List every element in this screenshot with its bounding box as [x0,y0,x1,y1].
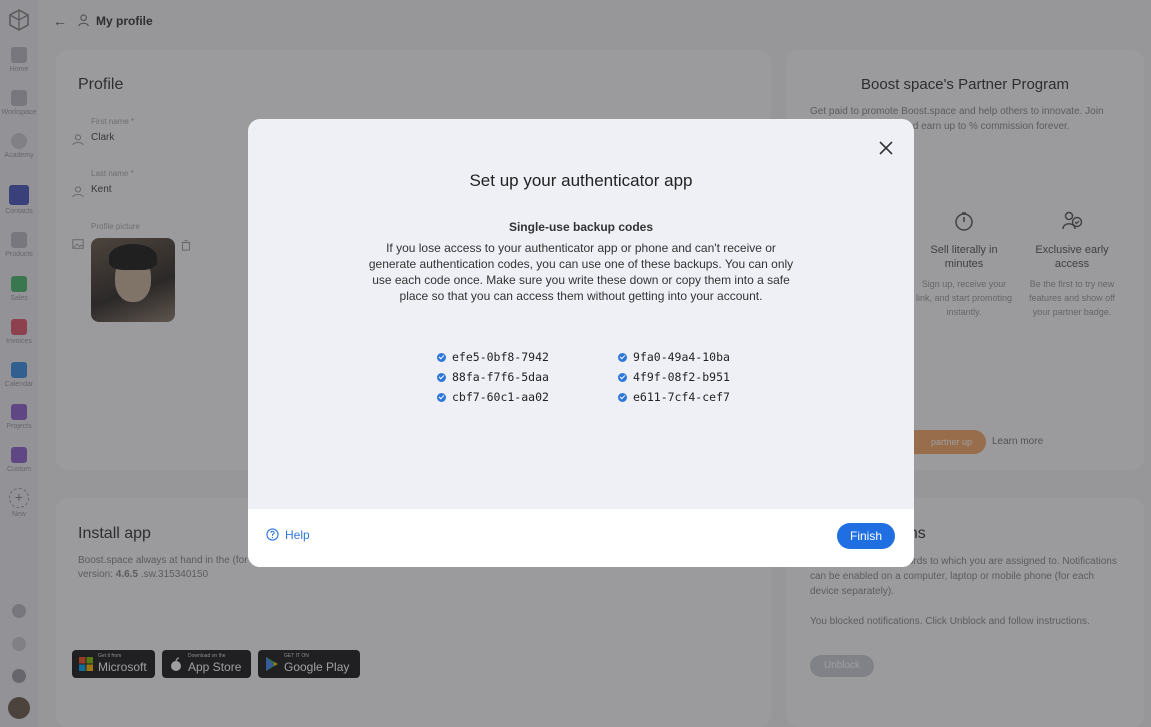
close-icon[interactable] [876,138,896,158]
check-icon [618,353,627,362]
modal-description: If you lose access to your authenticator… [368,241,794,303]
check-icon [437,373,446,382]
help-label: Help [285,528,310,542]
backup-code: 88fa-f7f6-5daa [437,370,549,384]
finish-button[interactable]: Finish [837,523,895,549]
backup-code: cbf7-60c1-aa02 [437,390,549,404]
check-icon [437,353,446,362]
backup-code: 4f9f-08f2-b951 [618,370,730,384]
check-icon [618,393,627,402]
backup-code: 9fa0-49a4-10ba [618,350,730,364]
modal-title: Set up your authenticator app [469,171,693,190]
backup-code: e611-7cf4-cef7 [618,390,730,404]
modal-footer: Help Finish [248,509,914,567]
backup-code: efe5-0bf8-7942 [437,350,549,364]
check-icon [437,393,446,402]
modal-subtitle: Single-use backup codes [508,220,654,234]
check-icon [618,373,627,382]
authenticator-modal: Set up your authenticator app Single-use… [248,119,914,567]
help-link[interactable]: Help [266,528,310,542]
question-circle-icon [266,528,279,541]
